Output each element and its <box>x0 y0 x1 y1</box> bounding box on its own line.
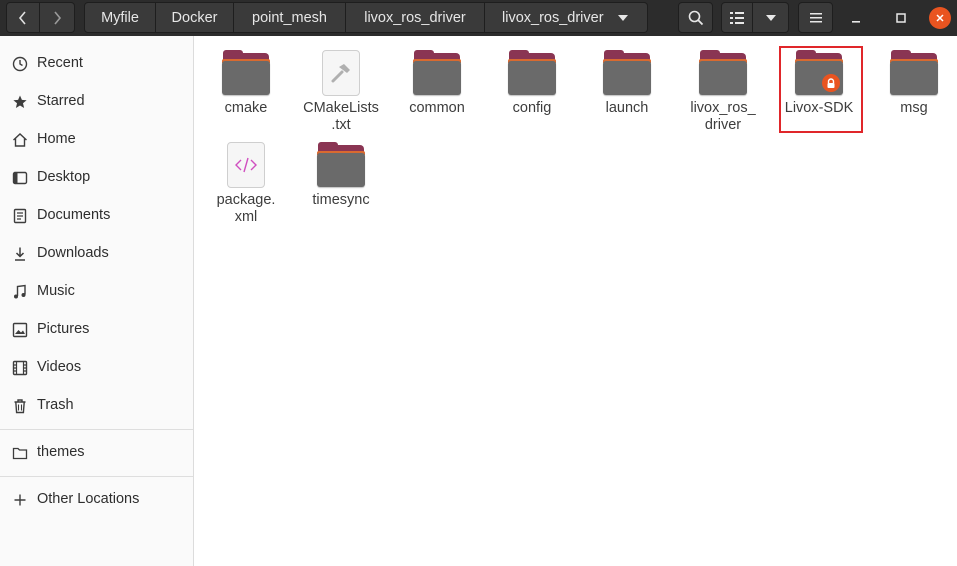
sidebar-item-label: Starred <box>37 93 85 109</box>
sidebar-item-starred[interactable]: Starred <box>0 84 193 120</box>
file-item-msg[interactable]: msg <box>869 50 957 117</box>
breadcrumb: Myfile Docker point_mesh livox_ros_drive… <box>84 2 648 33</box>
chevron-down-icon <box>765 14 776 21</box>
file-name: livox_ros_ driver <box>690 100 756 133</box>
chevron-left-icon <box>18 10 26 25</box>
list-view-icon <box>730 11 744 24</box>
file-name: package. xml <box>216 192 276 225</box>
minimize-icon <box>852 21 860 23</box>
document-icon <box>12 208 28 224</box>
folder-icon <box>603 50 651 96</box>
file-item-cmakelists[interactable]: CMakeLists .txt <box>296 50 386 134</box>
folder-icon <box>413 50 461 96</box>
music-icon <box>12 284 28 300</box>
file-item-timesync[interactable]: timesync <box>296 142 386 209</box>
view-toggle-button[interactable] <box>721 2 753 33</box>
breadcrumb-item[interactable]: Docker <box>156 2 234 33</box>
sidebar-item-label: Videos <box>37 359 82 375</box>
sidebar-item-desktop[interactable]: Desktop <box>0 160 193 196</box>
sidebar-item-label: Documents <box>37 207 111 223</box>
folder-icon <box>12 445 28 461</box>
file-name: Livox-SDK <box>784 100 854 116</box>
desktop-icon <box>12 170 28 186</box>
search-icon <box>688 10 703 25</box>
file-name: launch <box>605 100 649 116</box>
sidebar: Recent Starred Home Desktop Documents Do… <box>0 36 194 566</box>
file-item-launch[interactable]: launch <box>582 50 672 117</box>
sidebar-item-trash[interactable]: Trash <box>0 388 193 424</box>
folder-icon <box>890 50 938 96</box>
file-name: msg <box>900 100 928 116</box>
sidebar-item-label: Other Locations <box>37 491 140 507</box>
plus-icon <box>12 492 28 508</box>
star-icon <box>12 94 28 110</box>
sidebar-item-recent[interactable]: Recent <box>0 46 193 82</box>
chevron-right-icon <box>54 10 62 25</box>
trash-icon <box>12 398 28 414</box>
locked-folder-icon <box>795 50 843 96</box>
picture-icon <box>12 322 28 338</box>
file-name: cmake <box>224 100 268 116</box>
folder-icon <box>317 142 365 188</box>
forward-button[interactable] <box>40 2 75 33</box>
sidebar-item-label: Home <box>37 131 76 147</box>
sidebar-item-pictures[interactable]: Pictures <box>0 312 193 348</box>
sidebar-item-label: Desktop <box>37 169 91 185</box>
close-icon <box>936 14 944 22</box>
minimize-button[interactable] <box>843 5 869 31</box>
file-item-config[interactable]: config <box>487 50 577 117</box>
file-view: cmake CMakeLists .txt common config laun… <box>195 36 957 566</box>
film-icon <box>12 360 28 376</box>
download-icon <box>12 246 28 262</box>
folder-icon <box>699 50 747 96</box>
file-name: timesync <box>312 192 370 208</box>
folder-icon <box>222 50 270 96</box>
sidebar-separator <box>0 476 193 477</box>
breadcrumb-current[interactable]: livox_ros_driver <box>485 2 648 33</box>
breadcrumb-item[interactable]: point_mesh <box>234 2 346 33</box>
file-item-livox-sdk[interactable]: Livox-SDK <box>774 50 864 117</box>
clock-icon <box>12 56 28 72</box>
lock-icon <box>822 74 840 92</box>
sidebar-item-home[interactable]: Home <box>0 122 193 158</box>
maximize-button[interactable] <box>888 5 914 31</box>
text-file-icon <box>317 50 365 96</box>
file-item-livox-ros-driver[interactable]: livox_ros_ driver <box>678 50 768 134</box>
back-button[interactable] <box>6 2 40 33</box>
breadcrumb-item[interactable]: Myfile <box>84 2 156 33</box>
maximize-icon <box>896 13 906 23</box>
file-name: common <box>409 100 465 116</box>
folder-icon <box>508 50 556 96</box>
chevron-down-icon <box>617 14 628 21</box>
sidebar-item-label: Pictures <box>37 321 90 337</box>
search-button[interactable] <box>678 2 713 33</box>
sidebar-separator <box>0 429 193 430</box>
file-name: config <box>512 100 552 116</box>
home-icon <box>12 132 28 148</box>
sidebar-item-label: Trash <box>37 397 74 413</box>
view-options-button[interactable] <box>753 2 789 33</box>
sidebar-item-other-locations[interactable]: Other Locations <box>0 482 193 518</box>
sidebar-item-label: Music <box>37 283 75 299</box>
xml-file-icon <box>222 142 270 188</box>
header-bar: Myfile Docker point_mesh livox_ros_drive… <box>0 0 957 36</box>
file-item-cmake[interactable]: cmake <box>201 50 291 117</box>
file-item-package-xml[interactable]: package. xml <box>201 142 291 226</box>
sidebar-item-label: Downloads <box>37 245 109 261</box>
file-item-common[interactable]: common <box>392 50 482 117</box>
code-icon <box>235 157 257 173</box>
file-name: CMakeLists .txt <box>303 100 379 133</box>
sidebar-item-themes[interactable]: themes <box>0 435 193 471</box>
close-button[interactable] <box>929 7 951 29</box>
sidebar-item-label: themes <box>37 444 85 460</box>
main-menu-button[interactable] <box>798 2 833 33</box>
sidebar-item-documents[interactable]: Documents <box>0 198 193 234</box>
sidebar-item-videos[interactable]: Videos <box>0 350 193 386</box>
hammer-icon <box>331 64 350 83</box>
sidebar-item-label: Recent <box>37 55 83 71</box>
sidebar-item-music[interactable]: Music <box>0 274 193 310</box>
sidebar-item-downloads[interactable]: Downloads <box>0 236 193 272</box>
breadcrumb-item[interactable]: livox_ros_driver <box>346 2 485 33</box>
hamburger-icon <box>809 12 822 22</box>
